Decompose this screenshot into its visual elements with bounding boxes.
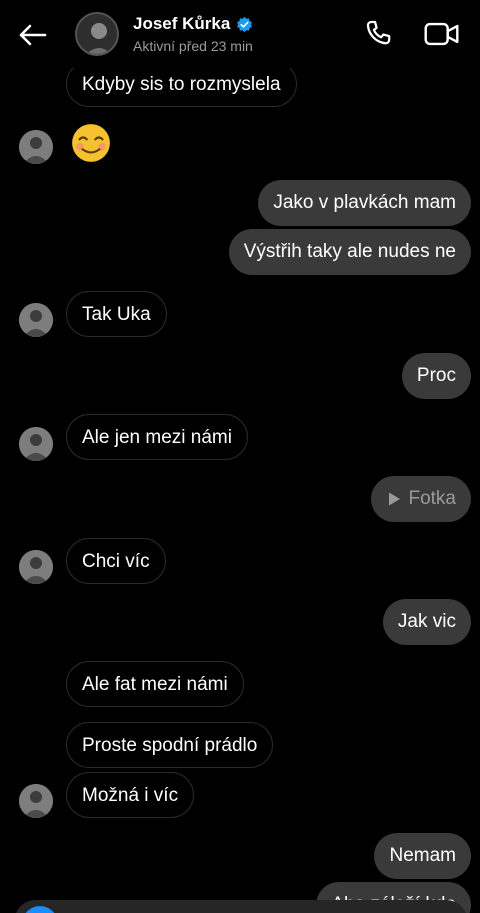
person-photo-icon	[19, 550, 53, 584]
photo-label: Fotka	[408, 488, 456, 509]
incoming-message[interactable]: Tak Uka	[66, 291, 167, 337]
chat-header: Josef Kůrka Aktivní před 23 min	[0, 0, 480, 68]
video-call-button[interactable]	[422, 17, 462, 51]
contact-name: Josef Kůrka	[133, 14, 231, 33]
incoming-message[interactable]: Možná i víc	[66, 772, 195, 818]
contact-name-row[interactable]: Josef Kůrka	[133, 14, 253, 34]
verified-badge-icon	[237, 16, 253, 32]
outgoing-message[interactable]: Výstřih taky ale nudes ne	[228, 229, 471, 275]
sender-avatar[interactable]	[19, 427, 53, 461]
outgoing-message[interactable]: Jako v plavkách mam	[258, 180, 471, 226]
camera-button[interactable]	[22, 906, 58, 913]
phone-icon	[366, 20, 391, 45]
play-icon	[389, 492, 401, 506]
outgoing-message[interactable]: Nemam	[374, 833, 471, 879]
outgoing-message[interactable]: Proc	[401, 353, 471, 399]
message-composer[interactable]	[14, 900, 468, 913]
contact-avatar[interactable]	[75, 12, 119, 56]
camera-icon	[22, 906, 58, 913]
incoming-message[interactable]: Proste spodní prádlo	[66, 722, 274, 768]
person-photo-icon	[77, 14, 117, 54]
smiling-face-emoji-icon[interactable]	[70, 122, 112, 164]
incoming-message[interactable]: Chci víc	[66, 538, 166, 584]
person-photo-icon	[19, 130, 53, 164]
person-photo-icon	[19, 427, 53, 461]
person-photo-icon	[19, 784, 53, 818]
sender-avatar[interactable]	[19, 784, 53, 818]
sender-avatar[interactable]	[19, 550, 53, 584]
back-arrow-icon	[19, 24, 47, 46]
call-button[interactable]	[362, 17, 396, 51]
sender-avatar[interactable]	[19, 303, 53, 337]
incoming-message[interactable]: Ale fat mezi námi	[66, 661, 244, 707]
incoming-message[interactable]: Ale jen mezi námi	[66, 414, 248, 460]
photo-message[interactable]: Fotka	[371, 476, 471, 522]
contact-status: Aktivní před 23 min	[133, 38, 253, 54]
outgoing-message[interactable]: Jak vic	[382, 599, 471, 645]
back-button[interactable]	[12, 17, 52, 53]
person-photo-icon	[19, 303, 53, 337]
video-camera-icon	[424, 22, 459, 46]
sender-avatar[interactable]	[19, 130, 53, 164]
